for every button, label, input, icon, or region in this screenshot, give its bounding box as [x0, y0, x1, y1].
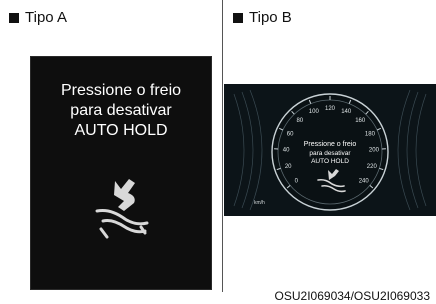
cluster-message-line: AUTO HOLD [311, 158, 349, 165]
panel-a-label-text: Tipo A [25, 9, 67, 26]
message-line: para desativar [70, 102, 172, 119]
speedometer-tick-label: 240 [359, 178, 370, 184]
speedometer-tick-label: 60 [287, 131, 294, 137]
speedometer-tick-label: 40 [283, 147, 290, 153]
speedometer-tick-label: 80 [296, 118, 303, 124]
speedometer-tick-label: 200 [369, 147, 380, 153]
speedometer-tick-label: 120 [325, 106, 336, 112]
speedometer-tick-label: 100 [309, 109, 320, 115]
bullet-square-icon [233, 12, 243, 23]
auto-hold-icon [95, 179, 149, 239]
speedometer-tick-label: 140 [341, 109, 352, 115]
panel-divider [222, 0, 223, 292]
speedometer-tick-label: 160 [355, 118, 366, 124]
speedometer-tick-label: 220 [367, 164, 378, 170]
message-line: AUTO HOLD [74, 122, 168, 139]
screen-a-message: Pressione o freio para desativar AUTO HO… [31, 81, 211, 141]
panel-b-label: Tipo B [233, 9, 292, 26]
panel-a-label: Tipo A [9, 9, 67, 26]
display-screen-a: Pressione o freio para desativar AUTO HO… [30, 56, 212, 290]
instrument-cluster: 020406080100120140160180200220240 Pressi… [224, 84, 436, 216]
panel-b-label-text: Tipo B [249, 9, 292, 26]
speedometer-tick-label: 20 [285, 164, 292, 170]
message-line: Pressione o freio [60, 82, 182, 99]
bullet-square-icon [9, 12, 19, 23]
cluster-message-line: para desativar [309, 150, 351, 157]
speed-unit-label: km/h [254, 200, 265, 206]
cluster-message-line: Pressione o freio [304, 141, 357, 148]
panel-tipo-a: Tipo A Pressione o freio para desativar … [0, 0, 222, 292]
speedometer-tick-label: 180 [365, 131, 376, 137]
image-code-caption: OSU2I069034/OSU2I069033 [274, 289, 430, 303]
